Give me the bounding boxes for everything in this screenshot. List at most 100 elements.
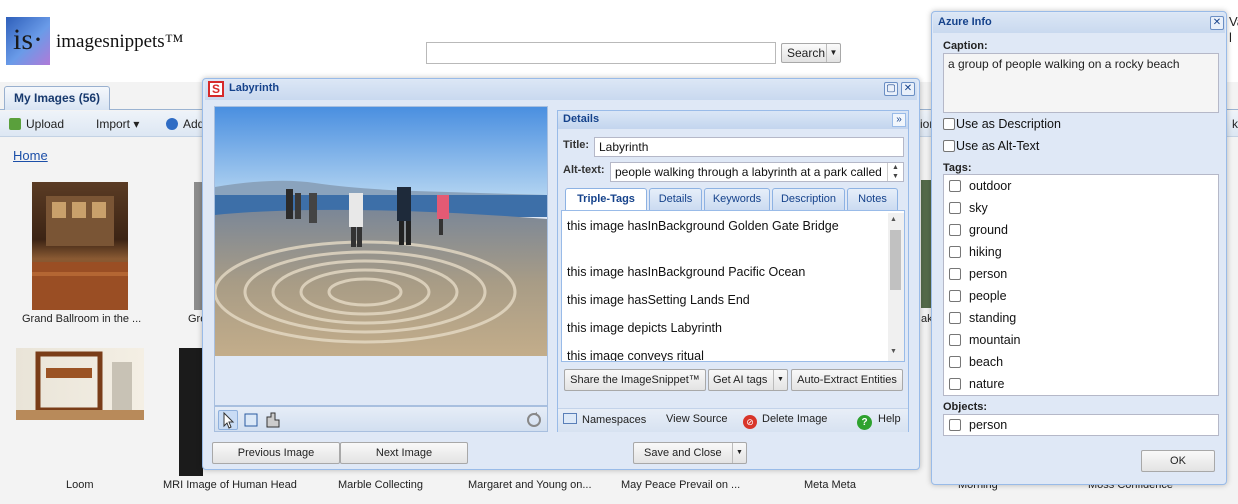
triple-tag-item[interactable]: this image hasSetting Lands End — [567, 293, 750, 307]
thumbnail-image[interactable] — [179, 348, 203, 476]
toolbar-partial-item-far[interactable]: k — [1232, 117, 1238, 131]
tab-details[interactable]: Details — [649, 188, 702, 210]
search-button[interactable]: Search ▼ — [781, 43, 841, 63]
tag-item[interactable]: beach — [949, 355, 1003, 369]
previous-image-button[interactable]: Previous Image — [212, 442, 340, 464]
triple-tag-item[interactable]: this image conveys ritual — [567, 349, 704, 361]
checkbox-icon[interactable] — [949, 246, 961, 258]
get-ai-tags-button[interactable]: Get AI tags ▼ — [708, 369, 788, 391]
checkbox-icon[interactable] — [949, 378, 961, 390]
next-image-button[interactable]: Next Image — [340, 442, 468, 464]
tag-item[interactable]: standing — [949, 311, 1016, 325]
tag-item[interactable]: sky — [949, 201, 988, 215]
collapse-icon[interactable]: » — [892, 113, 906, 127]
tag-item[interactable]: mountain — [949, 333, 1020, 347]
polygon-tool-icon[interactable] — [263, 410, 283, 430]
maximize-icon[interactable]: ▢ — [884, 82, 898, 96]
auto-extract-entities-button[interactable]: Auto-Extract Entities — [791, 369, 903, 391]
checkbox-icon[interactable] — [949, 224, 961, 236]
thumbnail-caption[interactable]: May Peace Prevail on ... — [621, 479, 740, 491]
thumbnail-image[interactable] — [16, 348, 144, 420]
dialog-title: Labyrinth — [229, 82, 280, 94]
select-arrow-icon[interactable] — [218, 410, 238, 430]
spinner-icon[interactable]: ▲ ▼ — [887, 163, 903, 181]
tag-item[interactable]: people — [949, 289, 1007, 303]
use-as-alt-text-checkbox[interactable]: Use as Alt-Text — [943, 139, 1039, 153]
checkbox-icon[interactable] — [949, 290, 961, 302]
scroll-down-icon[interactable]: ▼ — [890, 348, 897, 355]
upload-button[interactable]: Upload — [9, 117, 64, 131]
thumbnail-caption[interactable]: Marble Collecting — [338, 479, 423, 491]
get-ai-tags-label: Get AI tags — [713, 374, 768, 386]
chevron-down-icon[interactable]: ▼ — [773, 370, 787, 390]
use-as-description-checkbox[interactable]: Use as Description — [943, 117, 1061, 131]
tag-item[interactable]: outdoor — [949, 179, 1011, 193]
thumbnail-caption[interactable]: Margaret and Young on... — [468, 479, 592, 491]
caption-label: Caption: — [943, 40, 988, 52]
triple-tag-item[interactable]: this image hasInBackground Golden Gate B… — [567, 219, 839, 233]
checkbox-icon[interactable] — [949, 180, 961, 192]
tab-description[interactable]: Description — [772, 188, 845, 210]
chevron-down-icon[interactable]: ▼ — [732, 443, 746, 463]
checkbox-icon[interactable] — [943, 118, 955, 130]
delete-image-button[interactable]: ⊘ Delete Image — [743, 413, 827, 429]
add-button[interactable]: Add — [166, 117, 204, 131]
ok-button[interactable]: OK — [1141, 450, 1215, 472]
tags-label: Tags: — [943, 162, 972, 174]
tag-label: person — [969, 267, 1008, 281]
tab-notes[interactable]: Notes — [847, 188, 898, 210]
thumbnail-caption[interactable]: MRI Image of Human Head — [163, 479, 297, 491]
checkbox-icon[interactable] — [949, 202, 961, 214]
close-icon[interactable]: ✕ — [901, 82, 915, 96]
labyrinth-photo[interactable] — [213, 107, 547, 356]
tag-label: mountain — [969, 333, 1021, 347]
thumbnail-caption[interactable]: Loom — [66, 479, 94, 491]
scroll-up-icon[interactable]: ▲ — [890, 216, 897, 223]
checkbox-icon[interactable] — [949, 419, 961, 431]
tag-item[interactable]: ground — [949, 223, 1008, 237]
ballroom-photo — [32, 196, 128, 310]
checkbox-icon[interactable] — [949, 312, 961, 324]
tag-item[interactable]: hiking — [949, 245, 1002, 259]
chevron-down-icon[interactable]: ▼ — [826, 44, 840, 62]
namespaces-button[interactable]: Namespaces — [563, 413, 646, 426]
share-imagesnippet-button[interactable]: Share the ImageSnippet™ — [564, 369, 706, 391]
object-item[interactable]: person — [949, 418, 1007, 432]
tab-triple-tags[interactable]: Triple-Tags — [565, 188, 647, 212]
scrollbar-thumb[interactable] — [890, 230, 901, 290]
dialog-header[interactable] — [205, 80, 917, 100]
triple-tag-item[interactable]: this image hasInBackground Pacific Ocean — [567, 265, 805, 279]
checkbox-icon[interactable] — [949, 334, 961, 346]
import-button[interactable]: Import ▾ — [96, 117, 139, 131]
save-and-close-button[interactable]: Save and Close ▼ — [633, 442, 747, 464]
partial-text: Va l — [1229, 14, 1238, 46]
search-input[interactable] — [426, 42, 776, 64]
thumbnail-caption[interactable]: Grand Ballroom in the ... — [22, 313, 141, 325]
title-field[interactable]: Labyrinth — [594, 137, 904, 157]
thumbnail-image[interactable] — [32, 182, 128, 310]
tag-label: sky — [969, 201, 988, 215]
alt-text-field[interactable]: people walking through a labyrinth at a … — [610, 162, 904, 182]
caption-field[interactable]: a group of people walking on a rocky bea… — [943, 53, 1219, 113]
tag-item[interactable]: nature — [949, 377, 1004, 391]
checkbox-icon[interactable] — [943, 140, 955, 152]
thumbnail-caption[interactable]: Meta Meta — [804, 479, 856, 491]
imagesnippets-icon: S — [208, 81, 224, 97]
tag-item[interactable]: person — [949, 267, 1007, 281]
rectangle-tool-icon[interactable] — [241, 410, 261, 430]
help-button[interactable]: ? Help — [857, 413, 901, 430]
objects-label: Objects: — [943, 401, 988, 413]
tab-my-images[interactable]: My Images (56) — [4, 86, 110, 110]
close-icon[interactable]: ✕ — [1210, 16, 1224, 30]
details-header — [558, 111, 908, 129]
thumbnail-image[interactable] — [921, 180, 931, 308]
checkbox-icon[interactable] — [949, 268, 961, 280]
checkbox-icon[interactable] — [949, 356, 961, 368]
breadcrumb-home-link[interactable]: Home — [13, 148, 48, 163]
triple-tag-item[interactable]: this image depicts Labyrinth — [567, 321, 722, 335]
view-source-button[interactable]: View Source — [666, 413, 728, 425]
logo-text[interactable]: imagesnippets™ — [56, 31, 183, 53]
refresh-icon[interactable] — [524, 410, 544, 430]
tag-label: beach — [969, 355, 1004, 369]
tab-keywords[interactable]: Keywords — [704, 188, 770, 210]
